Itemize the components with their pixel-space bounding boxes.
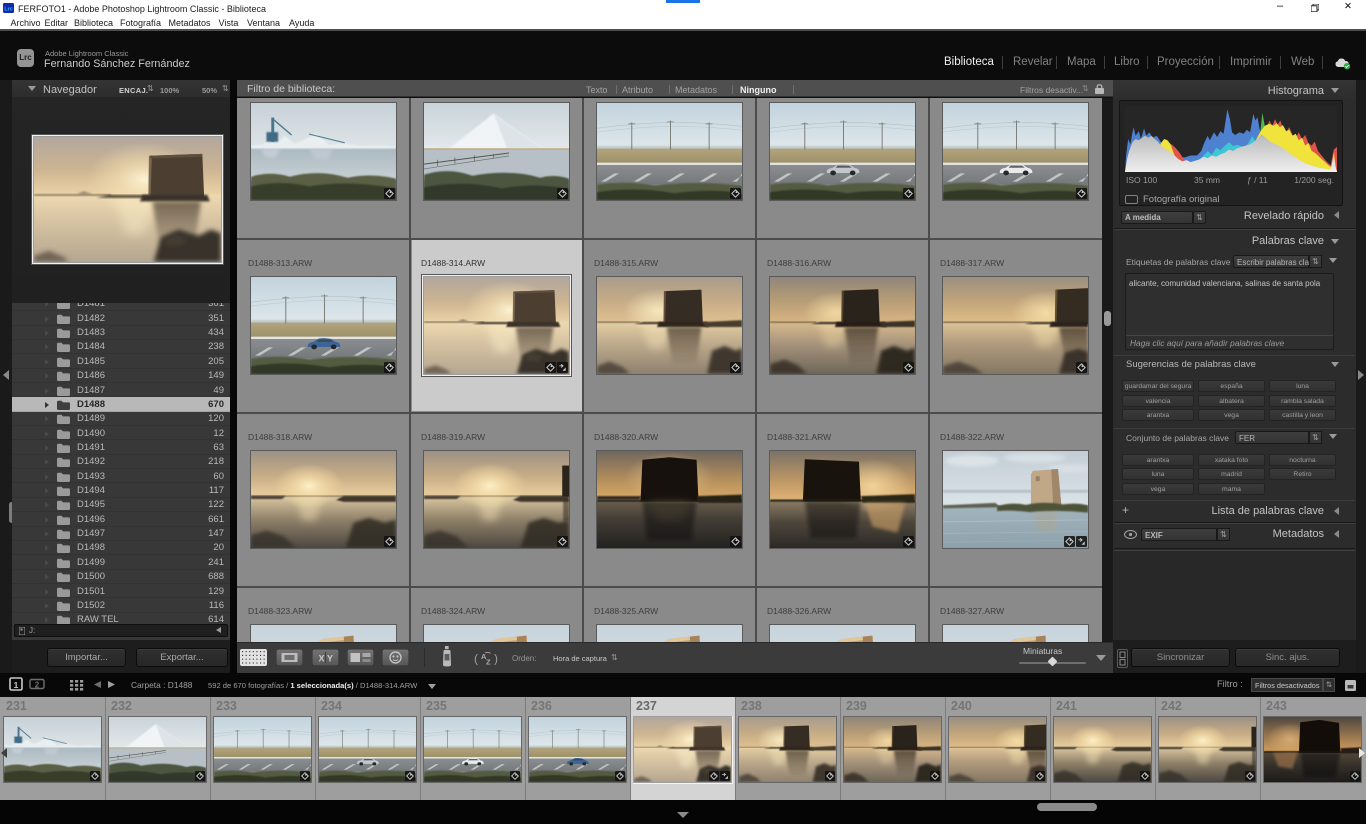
svg-text:(: (	[474, 652, 478, 666]
svg-text:Lrc: Lrc	[4, 7, 13, 13]
svg-text:2: 2	[35, 681, 40, 690]
svg-text:Y: Y	[327, 654, 333, 664]
svg-text:Z: Z	[486, 658, 491, 667]
svg-text:): )	[494, 652, 498, 666]
svg-text:1: 1	[14, 680, 19, 690]
svg-text:X: X	[319, 654, 325, 664]
